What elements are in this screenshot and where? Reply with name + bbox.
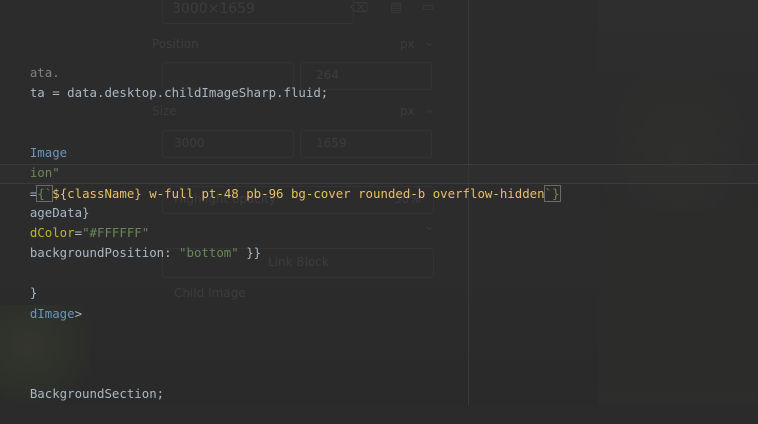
code-editor[interactable]: ata. ta = data.desktop.childImageSharp.f… — [0, 0, 758, 405]
code-line[interactable]: ={`${className} w-full pt-48 pb-96 bg-co… — [0, 164, 561, 202]
code-token: ta = — [29, 85, 68, 100]
code-line[interactable]: ageData} — [0, 183, 90, 220]
code-token: `} — [543, 185, 561, 202]
code-line[interactable]: BackgroundSection; — [0, 364, 164, 401]
code-line[interactable]: ion" — [0, 143, 60, 180]
code-line[interactable]: dImage> — [0, 284, 82, 321]
code-line[interactable]: Image — [0, 123, 67, 160]
code-token: "bottom" — [179, 245, 239, 260]
code-token: dImage — [29, 306, 75, 321]
code-token: backgroundPosition: — [29, 245, 180, 260]
code-token: > — [74, 306, 83, 321]
code-line[interactable]: ata. — [0, 43, 60, 80]
code-line[interactable]: backgroundPosition: "bottom" }} — [0, 223, 261, 260]
code-line[interactable]: ta = data.desktop.childImageSharp.fluid; — [0, 63, 328, 100]
code-token: w-full pt-48 pb-96 bg-cover rounded-b ov… — [141, 186, 545, 201]
code-token: data.desktop.childImageSharp.fluid; — [67, 85, 329, 100]
code-token: BackgroundSection; — [29, 386, 165, 401]
code-line[interactable]: dColor="#FFFFFF" — [0, 203, 149, 240]
code-line[interactable]: } — [0, 263, 37, 300]
code-token: }} — [238, 245, 262, 260]
